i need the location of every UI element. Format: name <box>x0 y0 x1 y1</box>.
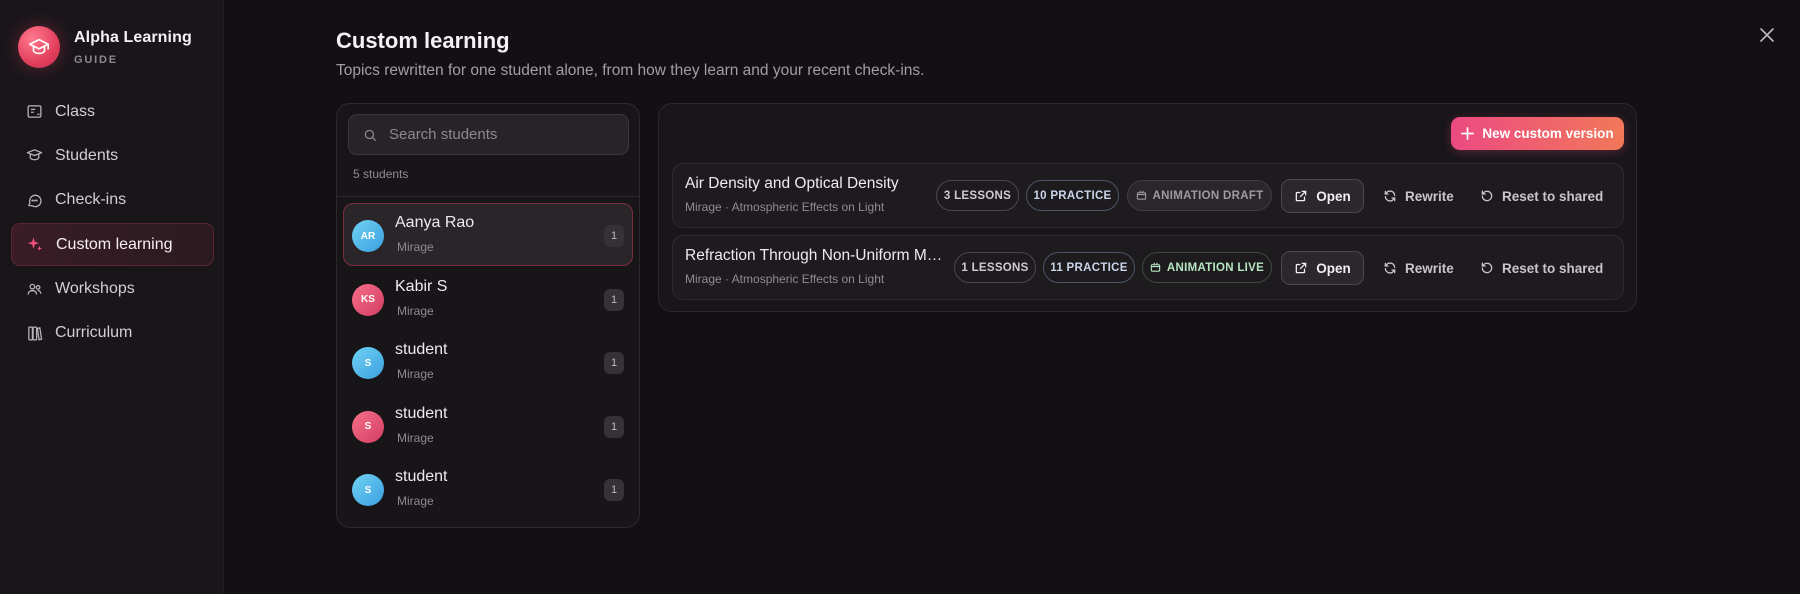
sidebar-item-label: Workshops <box>55 280 135 298</box>
student-item[interactable]: S student Mirage 1 <box>343 457 633 520</box>
sidebar-item-custom-learning[interactable]: Custom learning <box>11 223 214 267</box>
avatar: S <box>352 410 384 443</box>
sparkle-icon <box>26 236 44 254</box>
open-button[interactable]: Open <box>1281 251 1364 285</box>
film-icon <box>1150 262 1161 273</box>
rewrite-button[interactable]: Rewrite <box>1383 251 1454 285</box>
search-icon <box>363 128 377 142</box>
sidebar-item-workshops[interactable]: Workshops <box>11 268 214 311</box>
student-group: Mirage <box>397 303 434 318</box>
reset-to-shared-button[interactable]: Reset to shared <box>1480 251 1603 285</box>
animation-status-chip: ANIMATION LIVE <box>1142 252 1272 283</box>
avatar: S <box>352 474 384 506</box>
student-item[interactable]: AR Aanya Rao Mirage 1 <box>343 203 633 266</box>
student-group: Mirage <box>397 494 434 508</box>
page-subtitle: Topics rewritten for one student alone, … <box>336 62 925 79</box>
count-badge: 1 <box>604 225 624 247</box>
animation-status-label: ANIMATION LIVE <box>1166 261 1265 274</box>
film-icon <box>1136 190 1147 201</box>
topic-subtitle: Mirage · Atmospheric Effects on Light <box>685 272 885 286</box>
student-name: Kabir S <box>395 277 448 295</box>
topic-subtitle: Mirage · Atmospheric Effects on Light <box>685 200 885 214</box>
sidebar-item-label: Check-ins <box>55 191 127 209</box>
rewrite-label: Rewrite <box>1405 260 1454 276</box>
plus-icon <box>1461 127 1475 140</box>
external-link-icon <box>1294 189 1308 203</box>
student-name: student <box>395 341 448 358</box>
open-button[interactable]: Open <box>1281 179 1364 213</box>
sidebar-item-label: Class <box>55 102 96 120</box>
student-group: Mirage <box>397 240 434 254</box>
student-name: student <box>395 468 448 485</box>
animation-status-label: ANIMATION DRAFT <box>1152 189 1264 202</box>
open-label: Open <box>1316 260 1351 276</box>
sidebar-nav: Class Students Check-ins Custom learning… <box>11 90 214 356</box>
sidebar-item-class[interactable]: Class <box>11 90 214 133</box>
brand-title: Alpha Learning <box>74 28 192 46</box>
avatar: AR <box>352 220 384 252</box>
student-group: Mirage <box>397 367 434 381</box>
close-icon <box>1760 28 1774 42</box>
rewrite-button[interactable]: Rewrite <box>1383 179 1454 213</box>
student-name: Aanya Rao <box>395 214 475 231</box>
practice-chip: 11 PRACTICE <box>1043 252 1135 283</box>
sidebar-item-students[interactable]: Students <box>11 134 214 177</box>
sidebar-item-curriculum[interactable]: Curriculum <box>11 312 214 355</box>
students-panel: 5 students AR Aanya Rao Mirage 1 KS Kabi… <box>336 103 640 528</box>
page-title: Custom learning <box>336 28 510 53</box>
new-custom-version-label: New custom version <box>1482 126 1614 141</box>
custom-topics-panel: New custom version Air Density and Optic… <box>658 103 1637 312</box>
student-group: Mirage <box>397 430 434 445</box>
search-input[interactable] <box>389 126 609 143</box>
sidebar-item-label: Students <box>55 146 119 164</box>
refresh-icon <box>1383 189 1397 203</box>
people-icon <box>25 280 43 298</box>
sidebar-item-label: Custom learning <box>56 235 173 253</box>
student-item[interactable]: S student Mirage 1 <box>343 330 633 393</box>
graduation-cap-icon <box>18 26 60 68</box>
class-icon <box>25 103 43 121</box>
topic-row: Air Density and Optical Density Mirage ·… <box>672 163 1624 228</box>
new-custom-version-button[interactable]: New custom version <box>1451 117 1624 150</box>
student-name: student <box>395 404 448 422</box>
lessons-chip: 1 LESSONS <box>954 252 1036 283</box>
sidebar-item-check-ins[interactable]: Check-ins <box>11 179 214 222</box>
students-count: 5 students <box>353 167 409 181</box>
count-badge: 1 <box>604 479 624 501</box>
reset-label: Reset to shared <box>1502 260 1604 276</box>
student-list: AR Aanya Rao Mirage 1 KS Kabir S Mirage … <box>343 203 633 521</box>
practice-chip: 10 PRACTICE <box>1026 180 1119 211</box>
count-badge: 1 <box>604 288 624 311</box>
topic-title: Air Density and Optical Density <box>685 175 899 192</box>
sidebar-item-label: Curriculum <box>55 324 133 342</box>
undo-icon <box>1480 261 1494 275</box>
rewrite-label: Rewrite <box>1405 188 1454 204</box>
sidebar: Alpha Learning GUIDE Class Students Chec… <box>0 0 224 594</box>
refresh-icon <box>1383 261 1397 275</box>
open-label: Open <box>1316 188 1351 204</box>
search-box[interactable] <box>348 114 629 155</box>
books-icon <box>25 324 43 342</box>
students-icon <box>25 147 43 165</box>
brand: Alpha Learning GUIDE <box>18 26 192 68</box>
avatar: KS <box>352 283 384 316</box>
count-badge: 1 <box>604 352 624 374</box>
external-link-icon <box>1294 261 1308 275</box>
count-badge: 1 <box>604 415 624 438</box>
divider <box>337 196 639 197</box>
brand-subtitle: GUIDE <box>74 53 118 66</box>
undo-icon <box>1480 189 1494 203</box>
animation-status-chip: ANIMATION DRAFT <box>1127 180 1272 211</box>
topic-title: Refraction Through Non-Uniform Media <box>685 247 943 264</box>
student-item[interactable]: KS Kabir S Mirage 1 <box>343 267 633 330</box>
lessons-chip: 3 LESSONS <box>936 180 1019 211</box>
close-button[interactable] <box>1756 24 1778 46</box>
student-item[interactable]: S student Mirage 1 <box>343 394 633 457</box>
chat-icon <box>25 191 43 209</box>
reset-to-shared-button[interactable]: Reset to shared <box>1480 179 1603 213</box>
reset-label: Reset to shared <box>1502 188 1604 204</box>
avatar: S <box>352 347 384 379</box>
topic-row: Refraction Through Non-Uniform Media Mir… <box>672 235 1624 300</box>
